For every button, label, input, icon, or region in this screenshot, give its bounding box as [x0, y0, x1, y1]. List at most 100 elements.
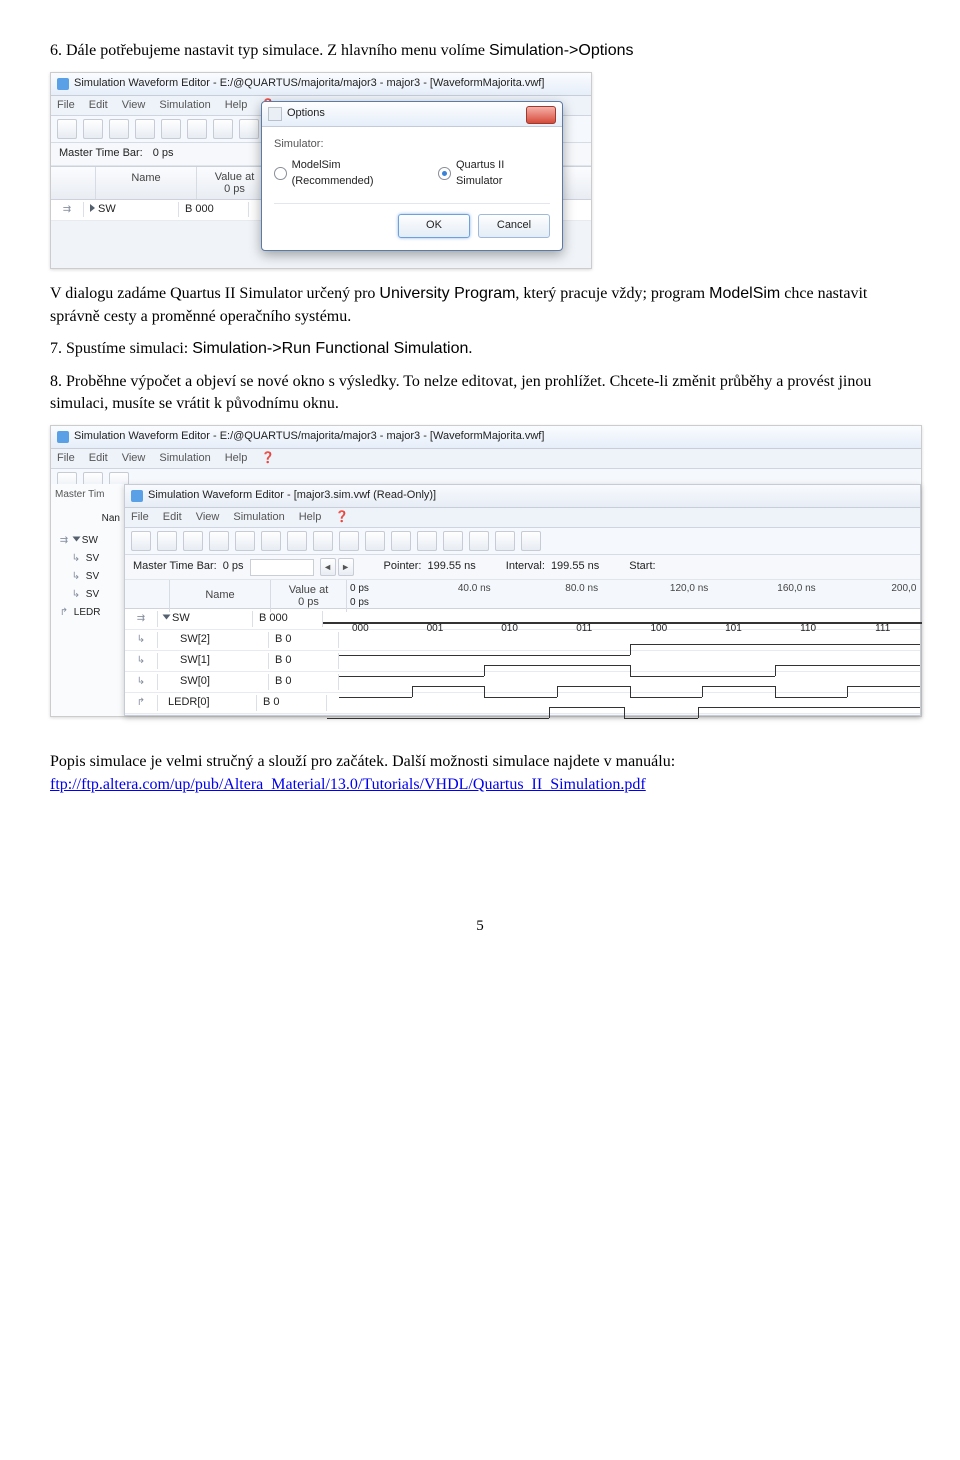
signal-icon: ↳ [69, 570, 83, 584]
help-icon[interactable]: ❓ [261, 451, 275, 466]
step-fwd-button[interactable]: ► [338, 558, 354, 576]
p6-text: 6. Dále potřebujeme nastavit typ simulac… [50, 42, 489, 59]
toolbar-button[interactable] [391, 531, 411, 551]
menu-help[interactable]: Help [299, 510, 322, 525]
col-value-top: Value at [203, 171, 266, 183]
time-step-controls: ◄ ► [320, 558, 354, 576]
col-value-bot: 0 ps [277, 596, 340, 608]
col-value-top: Value at [277, 584, 340, 596]
outer-menubar: File Edit View Simulation Help ❓ [51, 449, 921, 469]
signal-icon: ⇉ [57, 534, 71, 548]
signal-name: SW[0] [158, 674, 269, 689]
toolbar-button[interactable] [183, 531, 203, 551]
signal-icon: ↱ [57, 606, 71, 620]
toolbar-button[interactable] [235, 531, 255, 551]
signal-icon: ↳ [134, 675, 148, 689]
menu-view[interactable]: View [122, 98, 146, 113]
toolbar-button[interactable] [287, 531, 307, 551]
toolbar-button[interactable] [521, 531, 541, 551]
toolbar-button[interactable] [83, 119, 103, 139]
outer-timebar-label: Master Tim [51, 484, 124, 506]
chevron-down-icon[interactable] [163, 615, 171, 620]
bus-value-label: 011 [576, 622, 592, 636]
toolbar-button[interactable] [495, 531, 515, 551]
toolbar-button[interactable] [239, 119, 259, 139]
toolbar-button[interactable] [209, 531, 229, 551]
paragraph-6: 6. Dále potřebujeme nastavit typ simulac… [50, 40, 910, 62]
signal-expand-icon[interactable]: ⇉ [60, 203, 74, 217]
bus-value-label: 001 [427, 622, 444, 636]
toolbar-button[interactable] [131, 531, 151, 551]
col-name: Name [96, 167, 197, 199]
dialog-titlebar: Options [262, 102, 562, 126]
paragraph-8: 8. Proběhne výpočet a objeví se nové okn… [50, 371, 910, 416]
toolbar-button[interactable] [187, 119, 207, 139]
figure-options-dialog: Simulation Waveform Editor - E:/@QUARTUS… [50, 72, 592, 269]
toolbar-button[interactable] [157, 531, 177, 551]
menu-view[interactable]: View [122, 451, 146, 466]
menu-edit[interactable]: Edit [89, 451, 108, 466]
signal-value: B 0 [269, 653, 339, 668]
inner-window-title: Simulation Waveform Editor - [major3.sim… [148, 488, 436, 503]
inner-menubar: File Edit View Simulation Help ❓ [125, 508, 920, 528]
signal-icon: ↳ [69, 552, 83, 566]
toolbar-button[interactable] [339, 531, 359, 551]
toolbar-button[interactable] [213, 119, 233, 139]
bus-value-label: 100 [650, 622, 667, 636]
bus-value-label: 110 [800, 622, 816, 636]
pointer-value: 199.55 ns [427, 559, 475, 574]
menu-simulation[interactable]: Simulation [159, 98, 210, 113]
time-info-row: Master Time Bar: 0 ps ◄ ► Pointer:199.55… [125, 555, 920, 580]
toolbar-button[interactable] [417, 531, 437, 551]
inner-window-titlebar: Simulation Waveform Editor - [major3.sim… [125, 485, 920, 507]
ok-button[interactable]: OK [398, 214, 470, 238]
timebar-input[interactable] [250, 559, 314, 576]
signal-row-bus: ⇉ SW B 000 000001010011100101110111 [125, 609, 920, 630]
menu-edit[interactable]: Edit [89, 98, 108, 113]
menu-help[interactable]: Help [225, 451, 248, 466]
chevron-right-icon[interactable] [90, 204, 95, 212]
chevron-down-icon[interactable] [72, 537, 80, 542]
paragraph-summary: Popis simulace je velmi stručný a slouží… [50, 751, 910, 796]
bus-value-label: 000 [352, 622, 369, 636]
signal-icon: ↱ [134, 696, 148, 710]
toolbar-button[interactable] [161, 119, 181, 139]
figure-simulation-result: Simulation Waveform Editor - E:/@QUARTUS… [50, 425, 922, 717]
toolbar-button[interactable] [469, 531, 489, 551]
menu-file[interactable]: File [57, 451, 75, 466]
signal-value: B 0 [257, 695, 327, 710]
interval-label: Interval: [506, 559, 545, 574]
toolbar-button[interactable] [261, 531, 281, 551]
signal-expand-icon[interactable]: ⇉ [134, 612, 148, 626]
dialog-icon [268, 107, 282, 121]
toolbar-button[interactable] [109, 119, 129, 139]
cancel-button[interactable]: Cancel [478, 214, 550, 238]
menu-file[interactable]: File [131, 510, 149, 525]
toolbar-button[interactable] [57, 119, 77, 139]
menu-edit[interactable]: Edit [163, 510, 182, 525]
menu-simulation[interactable]: Simulation [233, 510, 284, 525]
manual-link[interactable]: ftp://ftp.altera.com/up/pub/Altera_Mater… [50, 776, 646, 793]
outer-col-name: Nan [51, 506, 124, 532]
signal-name: SW [98, 203, 116, 215]
timebar-label: Master Time Bar: [133, 559, 217, 574]
signal-name: SW [172, 612, 190, 624]
timebar-value: 0 ps [153, 146, 174, 161]
toolbar-button[interactable] [365, 531, 385, 551]
toolbar-button[interactable] [135, 119, 155, 139]
signal-name: SW[2] [158, 632, 269, 647]
paragraph-7: 7. Spustíme simulaci: Simulation->Run Fu… [50, 338, 910, 360]
help-icon[interactable]: ❓ [335, 510, 349, 525]
menu-view[interactable]: View [196, 510, 220, 525]
radio-quartus[interactable] [438, 167, 451, 180]
close-button[interactable] [526, 106, 556, 124]
radio-modelsim[interactable] [274, 167, 287, 180]
toolbar-button[interactable] [443, 531, 463, 551]
page-number: 5 [50, 916, 910, 937]
menu-help[interactable]: Help [225, 98, 248, 113]
menu-file[interactable]: File [57, 98, 75, 113]
menu-simulation[interactable]: Simulation [159, 451, 210, 466]
radio-quartus-label: Quartus II Simulator [456, 158, 550, 189]
step-back-button[interactable]: ◄ [320, 558, 336, 576]
toolbar-button[interactable] [313, 531, 333, 551]
